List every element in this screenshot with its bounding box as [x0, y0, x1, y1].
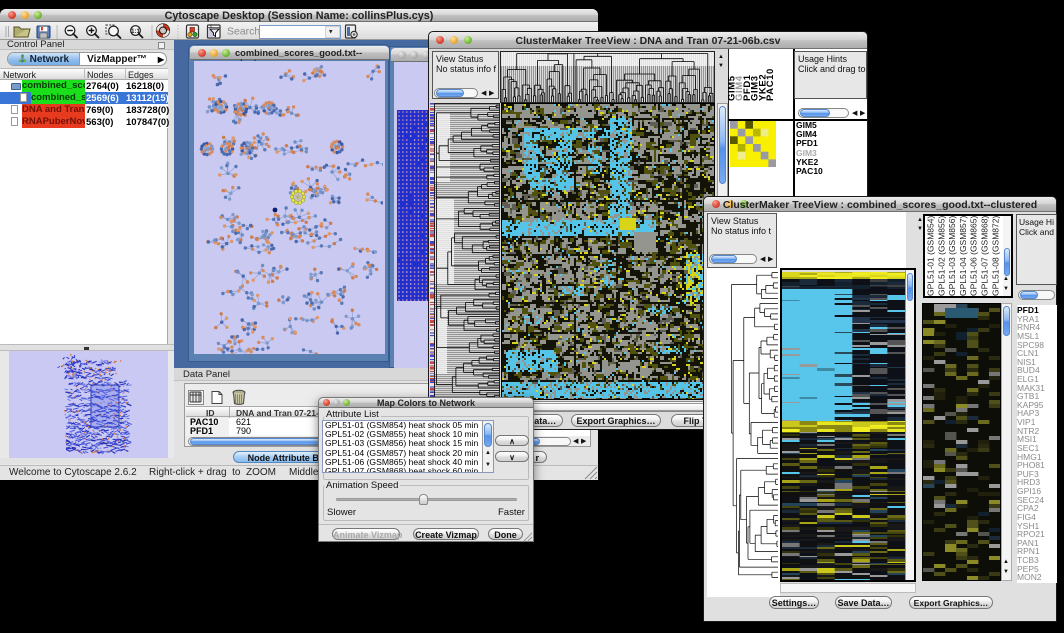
svg-text:GPL51-08 (GSM872): GPL51-08 (GSM872) [990, 216, 1000, 296]
svg-text:Search:: Search: [227, 26, 263, 38]
svg-text:1:1: 1:1 [131, 29, 140, 35]
svg-text:GPL51-06 (GSM865): GPL51-06 (GSM865) [969, 216, 979, 296]
svg-text:GPL51-03 (GSM856): GPL51-03 (GSM856) [947, 216, 957, 296]
svg-text:GPL51-01 (GSM854): GPL51-01 (GSM854) [926, 216, 936, 296]
svg-text:PAC10: PAC10 [765, 68, 776, 101]
svg-text:GPL51-07 (GSM868): GPL51-07 (GSM868) [980, 216, 990, 296]
svg-text:GPL51-04 (GSM857): GPL51-04 (GSM857) [958, 216, 968, 296]
svg-text:GPL51-02 (GSM855): GPL51-02 (GSM855) [936, 216, 946, 296]
